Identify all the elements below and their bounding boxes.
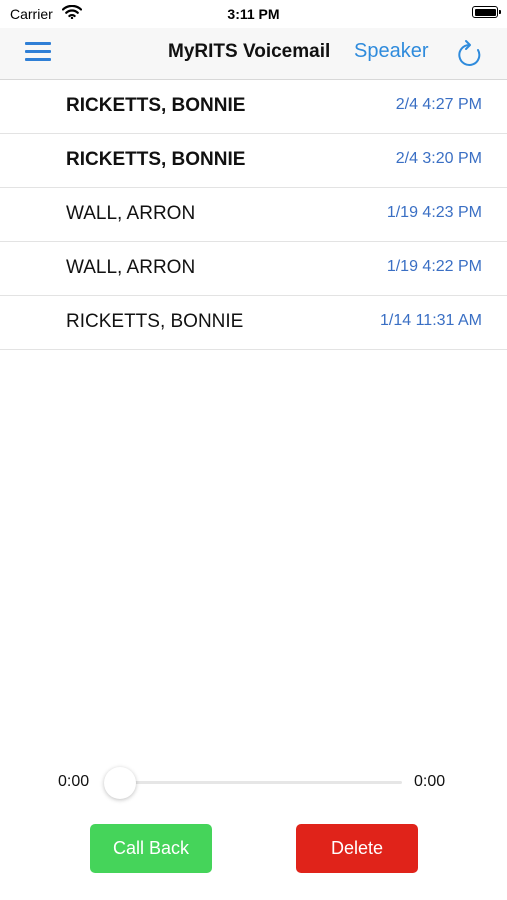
voicemail-list: RICKETTS, BONNIE 2/4 4:27 PM RICKETTS, BON… bbox=[0, 80, 507, 350]
call-back-button[interactable]: Call Back bbox=[90, 824, 212, 873]
status-bar: Carrier 3:11 PM bbox=[0, 0, 507, 28]
progress-track[interactable] bbox=[108, 781, 402, 784]
battery-icon bbox=[472, 6, 501, 18]
voicemail-row[interactable]: WALL, ARRON 1/19 4:23 PM bbox=[0, 188, 507, 242]
clock: 3:11 PM bbox=[227, 6, 280, 22]
hamburger-menu-icon[interactable] bbox=[25, 42, 51, 62]
voicemail-row[interactable]: RICKETTS, BONNIE 2/4 3:20 PM bbox=[0, 134, 507, 188]
duration-time: 0:00 bbox=[414, 773, 446, 790]
voicemail-row[interactable]: WALL, ARRON 1/19 4:22 PM bbox=[0, 242, 507, 296]
caller-name: WALL, ARRON bbox=[66, 257, 196, 278]
voicemail-row[interactable]: RICKETTS, BONNIE 2/4 4:27 PM bbox=[0, 80, 507, 134]
scrubber-handle[interactable] bbox=[104, 767, 136, 799]
speaker-button[interactable]: Speaker bbox=[354, 40, 429, 63]
caller-name: WALL, ARRON bbox=[66, 203, 196, 224]
voicemail-date: 1/19 4:23 PM bbox=[386, 204, 482, 221]
voicemail-row[interactable]: RICKETTS, BONNIE 1/14 11:31 AM bbox=[0, 296, 507, 350]
caller-name: RICKETTS, BONNIE bbox=[66, 311, 244, 332]
voicemail-date: 1/14 11:31 AM bbox=[380, 312, 482, 329]
voicemail-date: 2/4 3:20 PM bbox=[395, 150, 482, 167]
caller-name: RICKETTS, BONNIE bbox=[66, 149, 246, 170]
audio-player: 0:00 0:00 bbox=[0, 765, 507, 801]
voicemail-date: 2/4 4:27 PM bbox=[395, 96, 482, 113]
elapsed-time: 0:00 bbox=[58, 773, 90, 790]
nav-bar: MyRITS Voicemail Speaker bbox=[0, 28, 507, 80]
refresh-icon[interactable] bbox=[456, 39, 482, 67]
page-title: MyRITS Voicemail bbox=[168, 41, 331, 62]
caller-name: RICKETTS, BONNIE bbox=[66, 95, 246, 116]
delete-button[interactable]: Delete bbox=[296, 824, 418, 873]
voicemail-date: 1/19 4:22 PM bbox=[386, 258, 482, 275]
